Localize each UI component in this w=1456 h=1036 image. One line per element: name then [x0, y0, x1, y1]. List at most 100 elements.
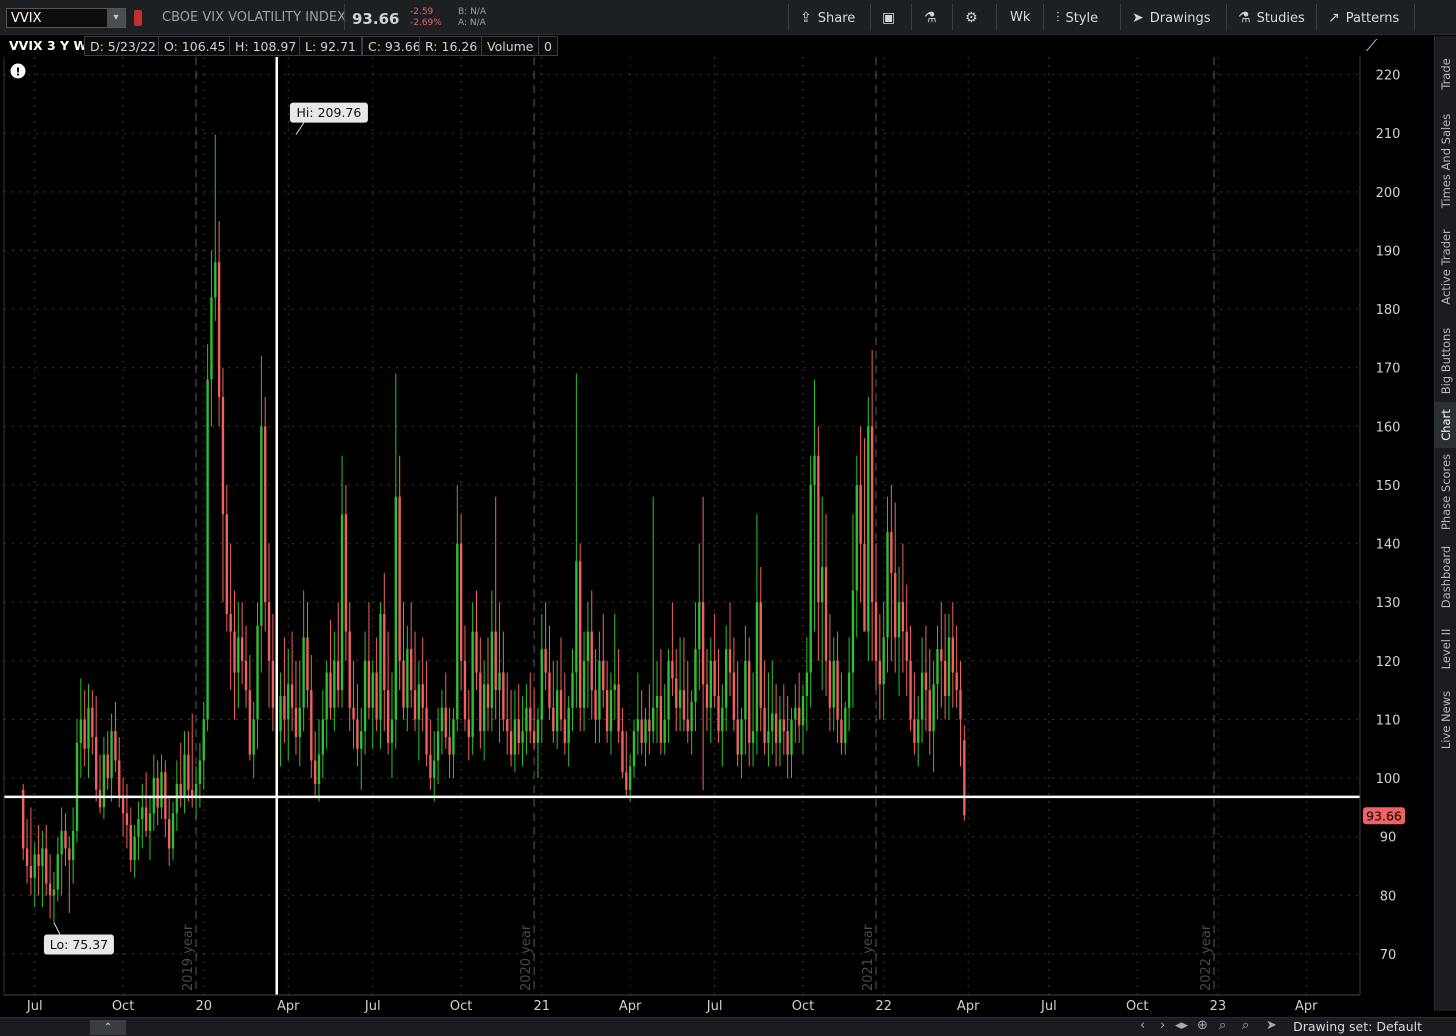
candle-body — [367, 660, 371, 708]
flask-icon: ⚗ — [1238, 10, 1251, 26]
candle-body — [521, 731, 524, 743]
candle — [379, 602, 382, 749]
candle-body — [748, 660, 751, 743]
cursor-icon[interactable]: ➤ — [1266, 1018, 1277, 1033]
candle — [740, 707, 743, 779]
candle — [45, 824, 48, 896]
candle — [801, 684, 805, 755]
candle-body — [805, 672, 809, 697]
side-tab-phase-scores[interactable]: Phase Scores — [1435, 448, 1456, 536]
candle-body — [890, 531, 893, 573]
candle-body — [106, 754, 109, 779]
candle-body — [855, 484, 858, 591]
candle-body — [429, 754, 432, 779]
candle-body — [37, 854, 40, 867]
y-tick-label: 100 — [1376, 772, 1401, 787]
candle — [648, 684, 651, 755]
candle-body — [878, 660, 882, 685]
studies-label: Studies — [1256, 11, 1305, 26]
candle-body — [590, 631, 593, 691]
candle-body — [406, 649, 409, 708]
candle-body — [870, 426, 874, 603]
candle-body — [678, 690, 682, 708]
candle-body — [167, 819, 171, 849]
share-button[interactable]: ⇪ Share — [800, 4, 855, 32]
pan-icon[interactable]: ◂▸ — [1175, 1018, 1188, 1033]
drawing-set-selector[interactable]: Drawing set: Default — [1293, 1019, 1422, 1034]
drawings-button[interactable]: ➤ Drawings — [1132, 4, 1211, 32]
candle-body — [417, 684, 421, 720]
side-tab-times-and-sales[interactable]: Times And Sales — [1435, 108, 1456, 214]
scale-settings-icon[interactable]: ⟋ — [1366, 36, 1377, 56]
candle-body — [828, 660, 832, 708]
candle — [260, 355, 263, 673]
side-tab-trade[interactable]: Trade — [1435, 40, 1456, 108]
candle — [609, 672, 613, 755]
flask-button[interactable]: ⚗ — [924, 4, 943, 32]
info-high: H: 108.97 — [229, 36, 303, 56]
candle-body — [229, 613, 232, 632]
price-chart[interactable]: 2019 year 2020 year 2021 year 2022 year 70 8… — [0, 57, 1434, 1017]
candle-body — [356, 719, 359, 749]
collapse-panel-button[interactable]: ⌃ — [90, 1020, 126, 1035]
crosshair-icon[interactable]: ⊕ — [1197, 1018, 1208, 1033]
side-tab-live-news[interactable]: Live News — [1435, 680, 1456, 760]
candle-body — [98, 789, 102, 808]
candle — [148, 795, 152, 861]
annotations: Hi: 209.76 Lo: 75.37 — [43, 102, 368, 955]
side-tab-active-trader[interactable]: Active Trader — [1435, 214, 1456, 320]
chevron-down-icon[interactable]: ▾ — [107, 9, 125, 27]
candle — [237, 602, 240, 708]
style-button[interactable]: ⫶ Style — [1056, 4, 1098, 32]
candle-body — [817, 455, 820, 603]
candle-body — [290, 684, 294, 708]
candle — [467, 690, 470, 761]
candle-body — [440, 707, 444, 732]
side-tab-label: Times And Sales — [1439, 113, 1453, 209]
candle — [955, 625, 958, 708]
chart-settings-button[interactable]: ▣ — [882, 4, 901, 32]
candle-body — [586, 631, 590, 661]
candle-body — [29, 866, 33, 878]
zoom-out-icon[interactable]: ⌕ — [1242, 1018, 1249, 1033]
side-tab-chart[interactable]: Chart — [1435, 402, 1456, 448]
candle — [759, 567, 762, 732]
candle — [863, 438, 866, 632]
aggregation-button[interactable]: Wk — [1010, 4, 1030, 32]
candle — [936, 625, 939, 720]
candle — [867, 397, 870, 661]
candle — [778, 696, 782, 767]
patterns-button[interactable]: ↗ Patterns — [1328, 4, 1399, 32]
side-tab-big-buttons[interactable]: Big Buttons — [1435, 320, 1456, 402]
studies-button[interactable]: ⚗ Studies — [1238, 4, 1305, 32]
candle-body — [456, 543, 459, 720]
alert-icon[interactable]: ! — [10, 63, 26, 79]
scroll-right-icon[interactable]: › — [1160, 1018, 1165, 1033]
candle — [129, 807, 132, 872]
candle-body — [963, 740, 966, 816]
candle — [433, 731, 436, 802]
side-tab-level-ii[interactable]: Level II — [1435, 618, 1456, 680]
candle-body — [271, 660, 275, 708]
candle — [283, 637, 286, 743]
candle-body — [563, 719, 567, 743]
zoom-in-icon[interactable]: ⌕ — [1219, 1018, 1226, 1033]
candle — [628, 754, 632, 802]
scroll-left-icon[interactable]: ‹ — [1140, 1018, 1145, 1033]
candle-body — [794, 707, 797, 720]
candle — [963, 725, 966, 821]
candle-body — [659, 696, 663, 743]
x-tick-label: Oct — [792, 999, 814, 1014]
candle — [771, 660, 774, 755]
divider — [1120, 4, 1121, 30]
link-indicator-icon[interactable] — [134, 10, 142, 26]
side-tab-dashboard[interactable]: Dashboard — [1435, 536, 1456, 618]
symbol-input[interactable]: VVIX ▾ — [6, 8, 126, 28]
candle — [279, 672, 282, 767]
low-annotation: Lo: 75.37 — [50, 937, 108, 952]
candle-body — [740, 719, 743, 755]
settings-button[interactable]: ⚙ — [965, 4, 984, 32]
style-label: Style — [1065, 11, 1099, 26]
candle-body — [909, 660, 912, 720]
candle — [41, 830, 44, 908]
